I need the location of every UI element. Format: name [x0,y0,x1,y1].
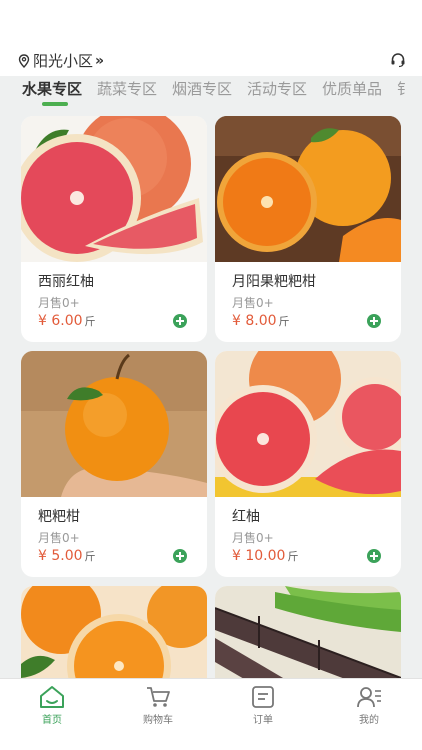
cart-icon [147,687,170,707]
location-pin-icon [18,53,30,68]
tab-fruit[interactable]: 水果专区 [22,78,82,99]
product-image [215,116,401,262]
bottom-navigation: 首页 购物车 订单 我的 [0,678,422,750]
nav-home[interactable]: 首页 [22,685,82,726]
active-tab-indicator [42,102,68,106]
add-to-cart-icon[interactable] [173,549,187,563]
add-to-cart-icon[interactable] [173,314,187,328]
product-name: 粑粑柑 [38,509,80,525]
product-image [21,351,207,497]
nav-profile-label: 我的 [359,715,379,726]
category-tabs: 水果专区 蔬菜专区 烟酒专区 活动专区 优质单品 钅 [0,76,422,108]
product-image [215,586,401,678]
price-value: ¥ 10.00 [232,548,286,564]
tab-vegetable[interactable]: 蔬菜专区 [97,78,157,99]
product-name: 红柚 [232,509,260,525]
product-sales: 月售0+ [38,296,80,310]
product-price: ¥ 5.00 斤 [38,548,96,564]
product-sales: 月售0+ [38,531,80,545]
tab-activity[interactable]: 活动专区 [247,78,307,99]
product-card[interactable]: 粑粑柑 月售0+ ¥ 5.00 斤 [21,351,207,577]
price-unit: 斤 [278,315,290,328]
nav-orders[interactable]: 订单 [233,685,293,726]
location-label: 阳光小区 [33,52,94,70]
add-to-cart-icon[interactable] [367,549,381,563]
home-icon [40,686,64,708]
nav-home-label: 首页 [42,715,62,726]
product-name: 西丽红柚 [38,274,94,290]
tab-alcohol[interactable]: 烟酒专区 [172,78,232,99]
price-unit: 斤 [84,550,96,563]
product-grid: 西丽红柚 月售0+ ¥ 6.00斤 月阳果粑粑柑 月售0+ ¥ 8.00斤 [0,108,422,678]
nav-profile[interactable]: 我的 [339,685,399,726]
order-icon [252,686,274,708]
product-card[interactable]: 月阳果粑粑柑 月售0+ ¥ 8.00 斤 [215,116,401,342]
nav-cart[interactable]: 购物车 [128,685,188,726]
price-value: ¥ 8.00 [232,313,277,329]
product-image [21,116,207,262]
tab-quality[interactable]: 优质单品 [322,78,382,99]
product-card[interactable]: 红柚 月售0+ ¥ 10.00 斤 [215,351,401,577]
location-selector[interactable]: 阳光小区 » [18,50,104,71]
price-value: ¥ 6.00 [38,313,83,329]
product-card[interactable]: 西丽红柚 月售0+ ¥ 6.00 斤 [21,116,207,342]
header: 阳光小区 » [0,44,422,76]
product-card[interactable] [21,586,207,678]
profile-icon [357,687,381,708]
add-to-cart-icon[interactable] [367,314,381,328]
product-image [21,586,207,678]
product-price: ¥ 8.00 斤 [232,313,290,329]
product-price: ¥ 10.00 斤 [232,548,298,564]
product-image [215,351,401,497]
product-sales: 月售0+ [232,531,274,545]
tab-more[interactable]: 钅 [397,78,412,99]
chevron-right-icon: » [95,52,104,69]
nav-orders-label: 订单 [253,715,273,726]
product-sales: 月售0+ [232,296,274,310]
headset-icon[interactable] [390,52,406,68]
product-card[interactable] [215,586,401,678]
price-unit: 斤 [287,550,299,563]
nav-cart-label: 购物车 [143,715,173,726]
product-price: ¥ 6.00 斤 [38,313,96,329]
product-name: 月阳果粑粑柑 [232,274,316,290]
price-value: ¥ 5.00 [38,548,83,564]
price-unit: 斤 [84,315,96,328]
